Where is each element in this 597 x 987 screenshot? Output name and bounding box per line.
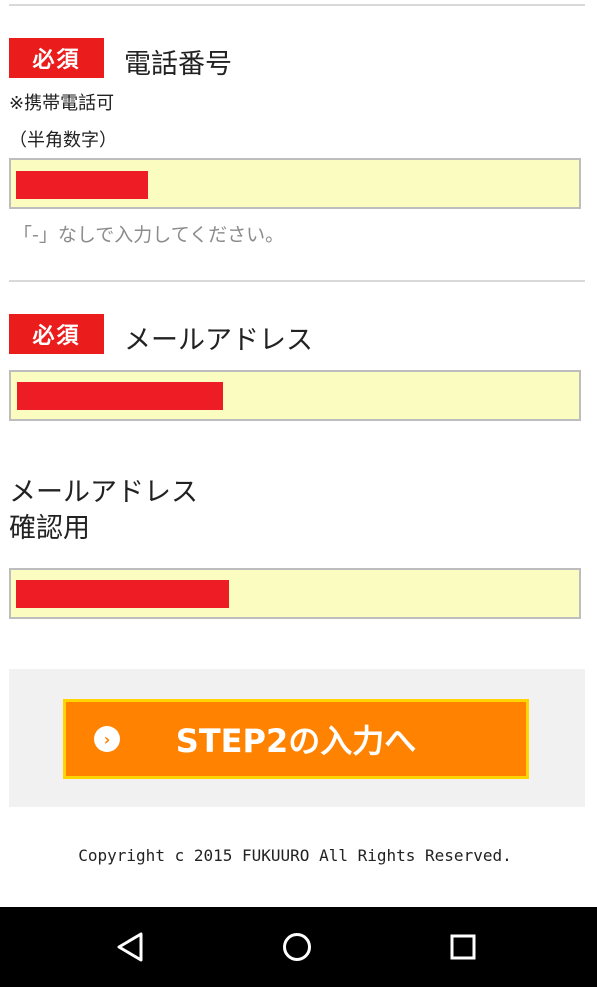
redacted-value	[16, 580, 229, 608]
phone-note-halfwidth: （半角数字）	[9, 130, 117, 151]
redacted-value	[17, 382, 223, 410]
recent-apps-button[interactable]	[423, 907, 503, 987]
email-label: メールアドレス	[124, 325, 313, 356]
email-confirm-label-line1: メールアドレス	[9, 477, 198, 508]
step2-button-label: STEP2の入力へ	[175, 722, 417, 760]
step2-button[interactable]: › STEP2の入力へ	[63, 699, 529, 779]
phone-label: 電話番号	[124, 49, 232, 80]
required-badge-phone: 必須	[9, 38, 104, 78]
redacted-value	[16, 171, 148, 199]
email-confirm-label-line2: 確認用	[9, 513, 90, 544]
back-icon	[117, 932, 143, 962]
home-button[interactable]	[257, 907, 337, 987]
required-badge-email: 必須	[9, 314, 104, 354]
divider-middle	[9, 280, 585, 282]
back-button[interactable]	[90, 907, 170, 987]
copyright: Copyright c 2015 FUKUURO All Rights Rese…	[78, 846, 512, 865]
phone-note-mobile: ※携帯電話可	[9, 93, 115, 114]
phone-hint: 「-」なしで入力してください。	[13, 224, 285, 246]
recent-apps-icon	[450, 934, 476, 960]
email-confirm-input[interactable]	[9, 568, 581, 619]
android-navbar	[0, 907, 597, 987]
chevron-circle-right-icon: ›	[94, 726, 120, 752]
email-input[interactable]	[9, 370, 581, 421]
home-icon	[283, 933, 311, 961]
phone-input[interactable]	[9, 158, 581, 209]
divider-top	[9, 4, 585, 6]
